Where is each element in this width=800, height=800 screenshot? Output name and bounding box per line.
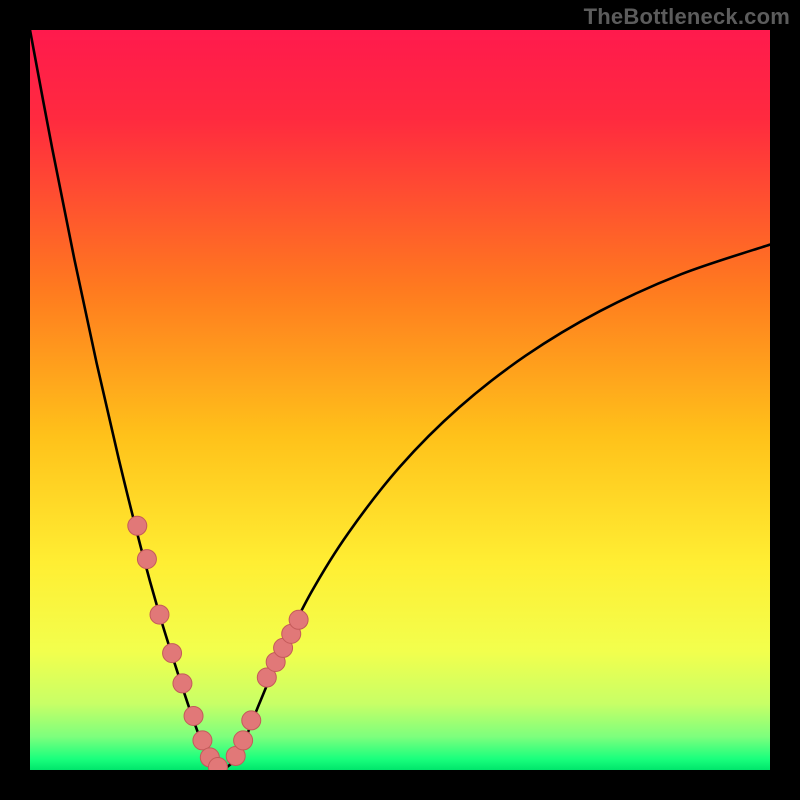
marker-point [242, 711, 261, 730]
marker-point [234, 731, 253, 750]
marker-point [128, 516, 147, 535]
marker-point [150, 605, 169, 624]
marker-point [173, 674, 192, 693]
marker-point [289, 610, 308, 629]
gradient-background [30, 30, 770, 770]
marker-point [163, 644, 182, 663]
marker-point [137, 550, 156, 569]
outer-frame: TheBottleneck.com [0, 0, 800, 800]
watermark-text: TheBottleneck.com [584, 4, 790, 30]
marker-point [193, 731, 212, 750]
plot-area [30, 30, 770, 770]
chart-svg [30, 30, 770, 770]
marker-point [184, 706, 203, 725]
